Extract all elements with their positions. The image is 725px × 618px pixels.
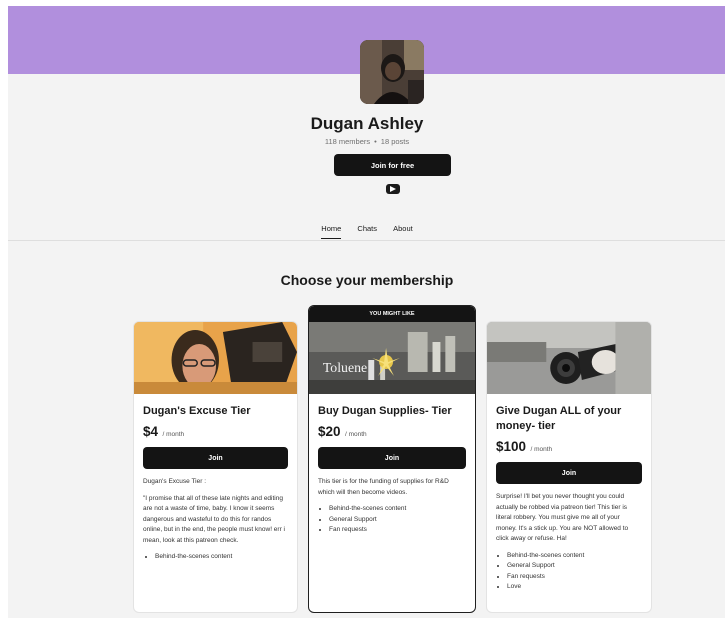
benefit-item: Behind-the-scenes content: [329, 504, 466, 515]
tab-about[interactable]: About: [393, 224, 413, 238]
tier-price-line: $4 / month: [143, 423, 288, 441]
tier-period: / month: [530, 446, 553, 453]
tab-home[interactable]: Home: [321, 224, 342, 239]
benefit-item: Behind-the-scenes content: [507, 551, 642, 562]
tier-benefits: Behind-the-scenes content General Suppor…: [318, 504, 466, 536]
tier-period: / month: [162, 431, 185, 438]
tier-benefits: Behind-the-scenes content General Suppor…: [496, 551, 642, 593]
post-count: 18 posts: [380, 137, 410, 146]
tier-description-line: Surprise! I'll bet you never thought you…: [496, 493, 629, 542]
tier-benefits: Behind-the-scenes content: [143, 552, 288, 563]
member-count: 118 members: [324, 137, 371, 146]
creator-name: Dugan Ashley: [310, 114, 424, 133]
creator-tabs: Home Chats About: [8, 224, 725, 239]
tier-price-line: $100 / month: [496, 438, 642, 456]
play-icon: [390, 186, 396, 192]
tier-name: Give Dugan ALL of your money- tier: [496, 405, 622, 432]
benefit-item: Behind-the-scenes content: [155, 552, 288, 563]
tier-card-supplies: YOU MIGHT LIKE Toluene Buy Dugan Supplie…: [308, 305, 476, 613]
tier-description-line: "I promise that all of these late nights…: [143, 494, 286, 544]
join-button-supplies[interactable]: Join: [318, 447, 466, 469]
tier-price: $100: [496, 439, 527, 454]
recommended-ribbon: YOU MIGHT LIKE: [309, 306, 475, 322]
tier-period: / month: [344, 431, 367, 438]
tier-price: $20: [318, 424, 341, 439]
creator-avatar[interactable]: [360, 40, 424, 104]
benefit-item: General Support: [507, 561, 642, 572]
benefit-item: Love: [507, 582, 642, 593]
stats-separator: •: [374, 137, 377, 146]
tier-description: This tier is for the funding of supplies…: [318, 477, 466, 498]
tier-name: Buy Dugan Supplies- Tier: [318, 405, 452, 417]
creator-stats: 118 members • 18 posts: [8, 137, 725, 146]
tier-description: Dugan's Excuse Tier : "I promise that al…: [143, 477, 288, 546]
tier-image-all-money: [487, 322, 651, 394]
membership-heading: Choose your membership: [280, 272, 454, 288]
tier-card-all-money: Give Dugan ALL of your money- tier $100 …: [486, 321, 652, 613]
benefit-item: General Support: [329, 515, 466, 526]
join-for-free-button[interactable]: Join for free: [334, 154, 451, 176]
tier-price: $4: [143, 424, 159, 439]
tabs-divider: [8, 240, 725, 241]
join-button-all-money[interactable]: Join: [496, 462, 642, 484]
tier-description-line: Dugan's Excuse Tier :: [143, 478, 207, 485]
tier-image-excuse: [134, 322, 297, 394]
youtube-icon[interactable]: [386, 184, 400, 194]
tab-chats[interactable]: Chats: [357, 224, 377, 238]
creator-page: Dugan Ashley 118 members • 18 posts Join f…: [8, 6, 725, 618]
tier-price-line: $20 / month: [318, 423, 466, 441]
tier-name: Dugan's Excuse Tier: [143, 405, 251, 417]
benefit-item: Fan requests: [329, 525, 466, 536]
tier-image-supplies: Toluene: [309, 322, 475, 394]
tier-description-line: This tier is for the funding of supplies…: [318, 478, 449, 496]
join-button-excuse[interactable]: Join: [143, 447, 288, 469]
toluene-label: Toluene: [323, 361, 367, 376]
avatar-photo: [360, 40, 424, 104]
benefit-item: Fan requests: [507, 572, 642, 583]
tier-description: Surprise! I'll bet you never thought you…: [496, 492, 642, 545]
tier-card-excuse: Dugan's Excuse Tier $4 / month Join Duga…: [133, 321, 298, 613]
